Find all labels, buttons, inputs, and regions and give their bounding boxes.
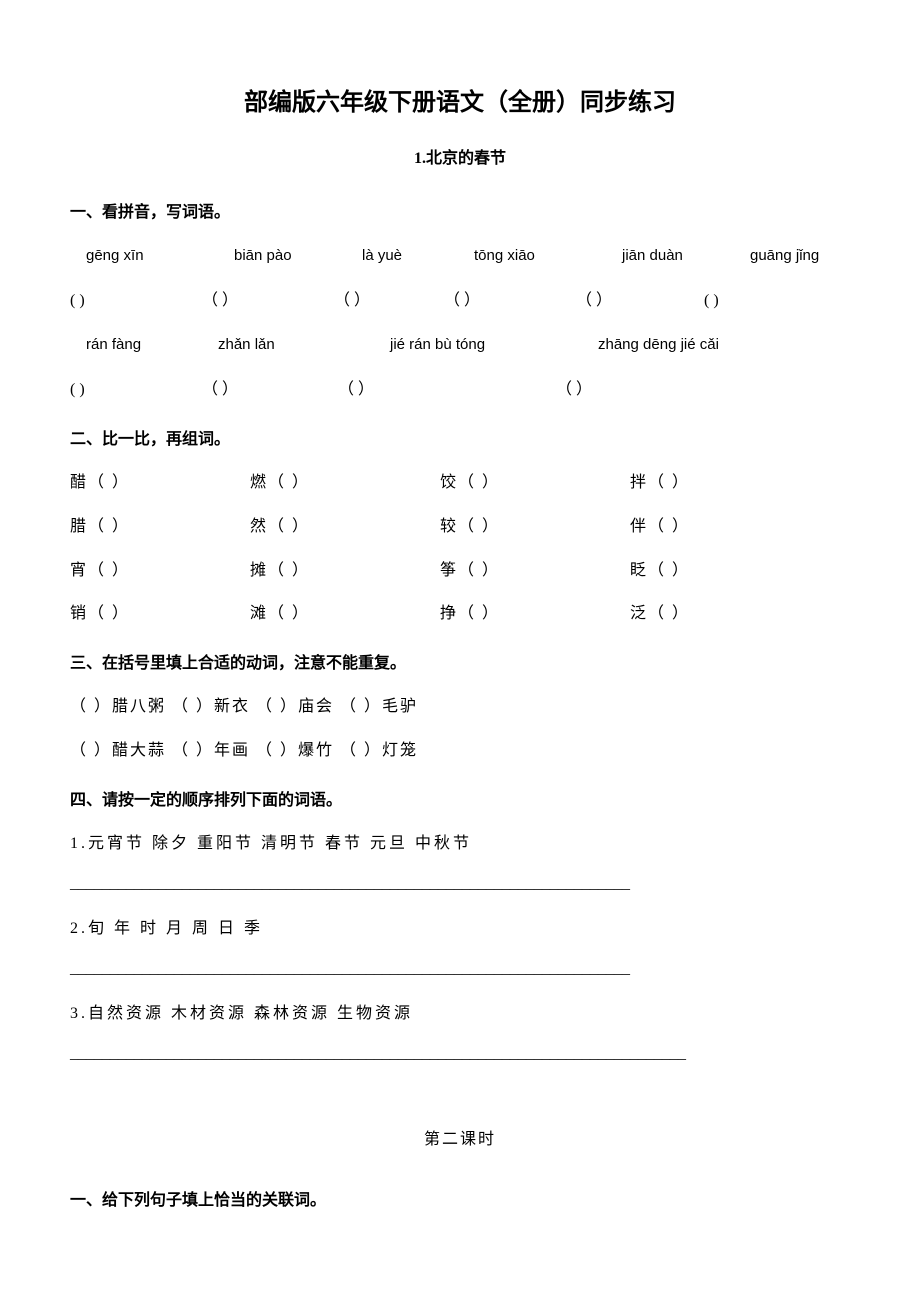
compare-cell[interactable]: 筝（ ） (440, 558, 630, 584)
compare-cell[interactable]: 眨（ ） (630, 558, 690, 584)
verb-row-2[interactable]: （ ）醋大蒜 （ ）年画 （ ）爆竹 （ ）灯笼 (70, 738, 850, 764)
blank-line-3[interactable]: ________________________________________… (70, 1041, 850, 1067)
pinyin-item: là yuè (362, 244, 474, 268)
compare-cell[interactable]: 泛（ ） (630, 601, 690, 627)
compare-cell[interactable]: 拌（ ） (630, 470, 690, 496)
blank-paren[interactable]: （ ） (202, 377, 338, 403)
ordering-item-3: 3.自然资源 木材资源 森林资源 生物资源 (70, 1001, 850, 1027)
section-3-heading: 三、在括号里填上合适的动词，注意不能重复。 (70, 651, 850, 677)
compare-cell[interactable]: 然（ ） (250, 514, 440, 540)
section-2-heading: 二、比一比，再组词。 (70, 427, 850, 453)
pinyin-item: guāng jǐng (750, 244, 819, 268)
verb-row-1[interactable]: （ ）腊八粥 （ ）新衣 （ ）庙会 （ ）毛驴 (70, 694, 850, 720)
pinyin-item: jié rán bù tóng (390, 333, 598, 357)
compare-cell[interactable]: 销（ ） (70, 601, 250, 627)
paren-row-1: ( ) （ ） （ ） （ ） （ ） ( ) (70, 288, 850, 314)
compare-cell[interactable]: 腊（ ） (70, 514, 250, 540)
document-title: 部编版六年级下册语文（全册）同步练习 (70, 84, 850, 122)
ordering-item-2: 2.旬 年 时 月 周 日 季 (70, 916, 850, 942)
pinyin-item: tōng xiāo (474, 244, 622, 268)
section-4-heading: 四、请按一定的顺序排列下面的词语。 (70, 788, 850, 814)
blank-line-2[interactable]: ________________________________________… (70, 956, 850, 982)
compare-cell[interactable]: 较（ ） (440, 514, 630, 540)
compare-cell[interactable]: 宵（ ） (70, 558, 250, 584)
blank-paren[interactable]: ( ) (70, 377, 202, 403)
ordering-item-1: 1.元宵节 除夕 重阳节 清明节 春节 元旦 中秋节 (70, 831, 850, 857)
pinyin-item: rán fàng (86, 333, 218, 357)
blank-paren[interactable]: （ ） (576, 288, 704, 314)
paren-row-2: ( ) （ ） （ ） （ ） (70, 377, 850, 403)
compare-row: 宵（ ） 摊（ ） 筝（ ） 眨（ ） (70, 558, 850, 584)
pinyin-item: biān pào (234, 244, 362, 268)
compare-cell[interactable]: 滩（ ） (250, 601, 440, 627)
document-subtitle: 1.北京的春节 (70, 146, 850, 172)
pinyin-item: zhāng dēng jié cǎi (598, 333, 719, 357)
pinyin-item: jiān duàn (622, 244, 750, 268)
compare-row: 腊（ ） 然（ ） 较（ ） 伴（ ） (70, 514, 850, 540)
blank-paren[interactable]: （ ） (556, 377, 592, 403)
compare-cell[interactable]: 摊（ ） (250, 558, 440, 584)
compare-cell[interactable]: 饺（ ） (440, 470, 630, 496)
lesson2-section-1-heading: 一、给下列句子填上恰当的关联词。 (70, 1188, 850, 1214)
blank-paren[interactable]: ( ) (70, 288, 202, 314)
lesson-2-title: 第二课时 (70, 1127, 850, 1153)
blank-paren[interactable]: （ ） (338, 377, 556, 403)
pinyin-row-1: gēng xīn biān pào là yuè tōng xiāo jiān … (70, 244, 850, 268)
compare-row: 销（ ） 滩（ ） 挣（ ） 泛（ ） (70, 601, 850, 627)
pinyin-item: zhǎn lǎn (218, 333, 390, 357)
compare-row: 醋（ ） 燃（ ） 饺（ ） 拌（ ） (70, 470, 850, 496)
compare-cell[interactable]: 燃（ ） (250, 470, 440, 496)
blank-paren[interactable]: ( ) (704, 288, 719, 314)
blank-paren[interactable]: （ ） (334, 288, 444, 314)
pinyin-row-2: rán fàng zhǎn lǎn jié rán bù tóng zhāng … (70, 333, 850, 357)
pinyin-item: gēng xīn (86, 244, 234, 268)
blank-paren[interactable]: （ ） (202, 288, 334, 314)
compare-cell[interactable]: 伴（ ） (630, 514, 690, 540)
section-1-heading: 一、看拼音，写词语。 (70, 200, 850, 226)
compare-cell[interactable]: 挣（ ） (440, 601, 630, 627)
blank-paren[interactable]: （ ） (444, 288, 576, 314)
blank-line-1[interactable]: ________________________________________… (70, 871, 850, 897)
compare-cell[interactable]: 醋（ ） (70, 470, 250, 496)
